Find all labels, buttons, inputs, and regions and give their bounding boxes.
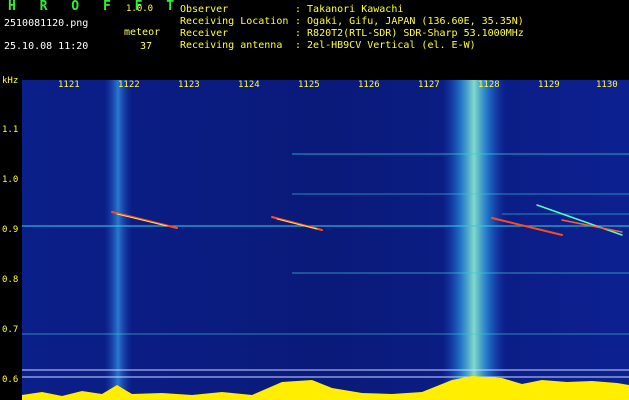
y-tick: 0.7 [2,325,19,335]
waterfall-spectrogram [22,80,629,400]
meteor-count: 37 [140,41,153,52]
location-value: : Ogaki, Gifu, JAPAN (136.60E, 35.35N) [295,16,524,27]
header-panel: H R O F F T 1.0.0 2510081120.png meteor … [0,0,629,70]
noise-band-1122 [104,80,132,390]
meteor-label: meteor [124,27,161,38]
y-axis: kHz 1.1 1.0 0.9 0.8 0.7 0.6 [0,76,22,400]
app-name: H R O F F T [8,0,183,14]
x-tick: 1128 [478,80,500,90]
y-tick: 0.8 [2,275,19,285]
x-tick: 1130 [596,80,618,90]
receiver-value: : R820T2(RTL-SDR) SDR-Sharp 53.1000MHz [295,28,524,39]
receiver-label: Receiver [180,28,229,39]
y-tick: 1.0 [2,175,19,185]
y-tick: 0.9 [2,225,19,235]
x-tick: 1123 [178,80,200,90]
app-version: 1.0.0 [126,4,154,14]
x-tick: 1124 [238,80,260,90]
x-tick: 1126 [358,80,380,90]
x-tick: 1121 [58,80,80,90]
date-time: 25.10.08 11:20 [4,41,89,52]
y-axis-unit: kHz [2,76,19,86]
noise-band-1128 [442,80,506,390]
y-tick: 0.6 [2,375,19,385]
file-name: 2510081120.png [4,18,89,29]
y-tick: 1.1 [2,125,19,135]
x-tick: 1127 [418,80,440,90]
antenna-value: : 2el-HB9CV Vertical (el. E-W) [295,40,476,51]
observer-value: : Takanori Kawachi [295,4,404,15]
location-label: Receiving Location [180,16,289,27]
observer-label: Observer [180,4,229,15]
x-tick: 1129 [538,80,560,90]
x-tick: 1125 [298,80,320,90]
antenna-label: Receiving antenna [180,40,283,51]
x-tick: 1122 [118,80,140,90]
